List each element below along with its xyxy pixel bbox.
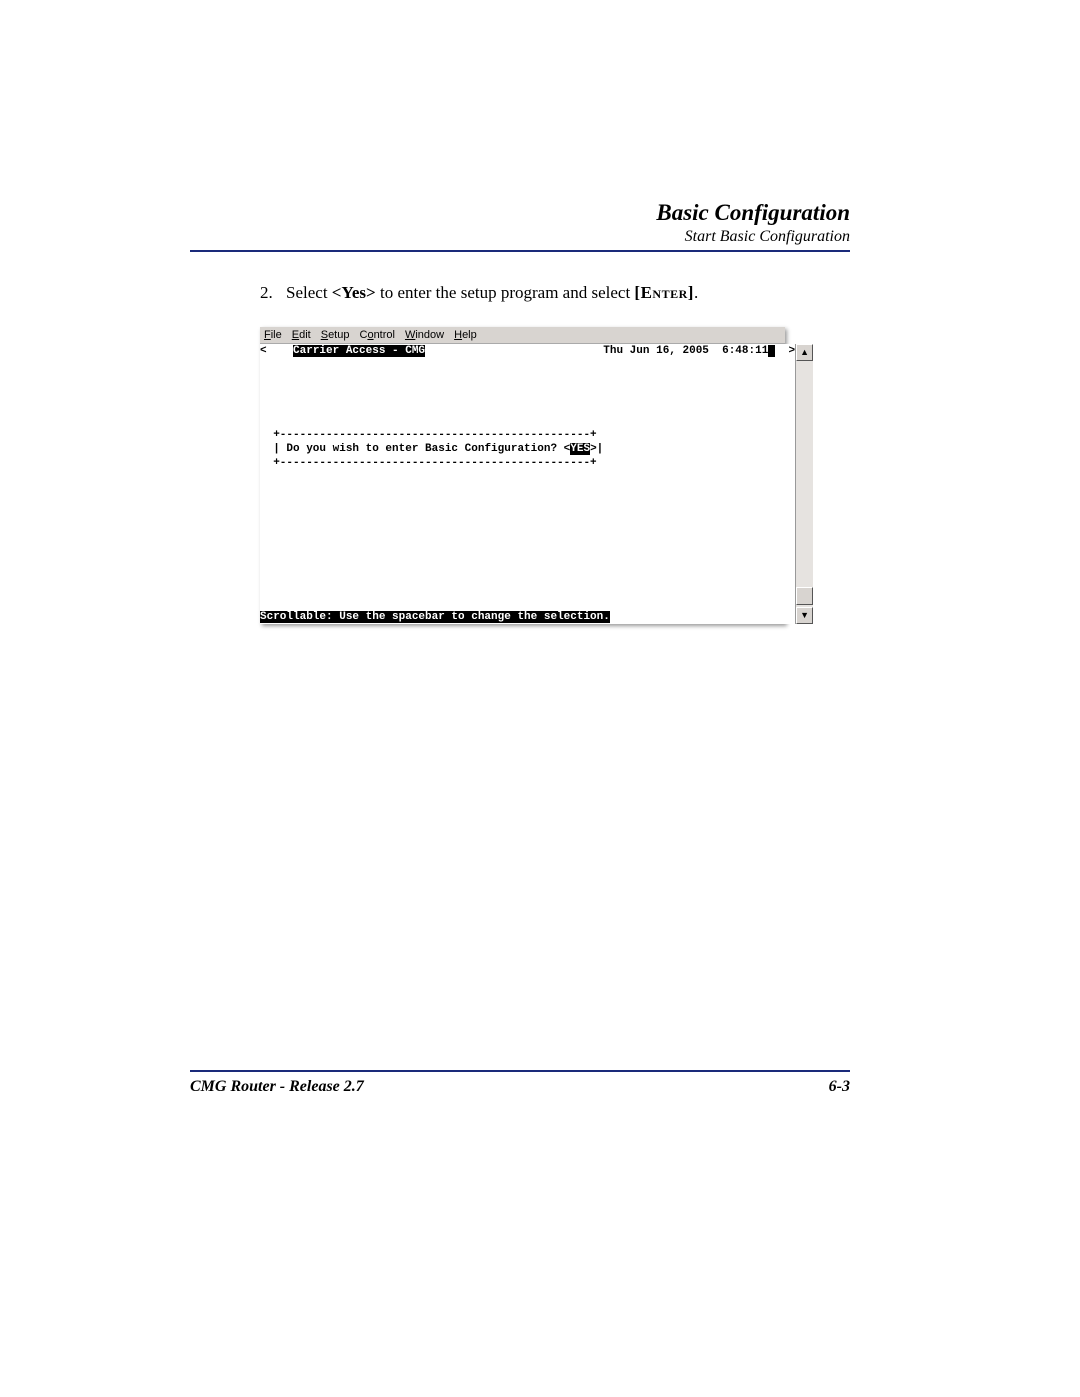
menu-file[interactable]: File <box>264 329 282 341</box>
txt-pre: Select <box>286 283 332 302</box>
scroll-up-button[interactable]: ▲ <box>796 344 813 361</box>
step-number: 2. <box>260 282 286 305</box>
menu-setup[interactable]: Setup <box>321 329 350 341</box>
terminal-screen[interactable]: < Carrier Access - CMG Thu Jun 16, 2005 … <box>260 344 795 624</box>
arrow-up-icon: ▲ <box>800 348 809 357</box>
txt-enter: [Enter] <box>634 283 694 302</box>
term-lt: < <box>260 345 267 357</box>
prompt-text: Do you wish to enter Basic Configuration… <box>286 443 570 455</box>
txt-post: . <box>694 283 698 302</box>
box-bot: +---------------------------------------… <box>260 456 795 470</box>
vertical-scrollbar[interactable]: ▲ ▼ <box>795 344 813 624</box>
menu-window[interactable]: Window <box>405 329 444 341</box>
term-app-title: Carrier Access - CMG <box>293 345 425 357</box>
footer-left: CMG Router - Release 2.7 <box>190 1078 364 1096</box>
page-footer: CMG Router - Release 2.7 6-3 <box>190 1070 850 1096</box>
choice-yes[interactable]: YES <box>570 443 590 455</box>
arrow-down-icon: ▼ <box>800 611 809 620</box>
scroll-thumb[interactable] <box>796 587 813 605</box>
footer-right: 6-3 <box>829 1078 850 1096</box>
box-left: | <box>260 443 286 455</box>
txt-mid: to enter the setup program and select <box>376 283 635 302</box>
menubar[interactable]: File Edit Setup Control Window Help <box>260 327 785 344</box>
txt-yes: <Yes> <box>332 283 376 302</box>
menu-control[interactable]: Control <box>359 329 394 341</box>
scroll-track[interactable] <box>796 361 813 607</box>
terminal-window: File Edit Setup Control Window Help < Ca… <box>260 327 785 624</box>
menu-help[interactable]: Help <box>454 329 477 341</box>
term-gt: > <box>789 345 796 357</box>
scroll-down-button[interactable]: ▼ <box>796 607 813 624</box>
box-top: +---------------------------------------… <box>260 428 795 442</box>
box-right: >| <box>590 443 603 455</box>
page-content: Basic Configuration Start Basic Configur… <box>190 200 850 624</box>
section-title: Basic Configuration <box>190 200 850 226</box>
terminal-body: < Carrier Access - CMG Thu Jun 16, 2005 … <box>260 344 785 624</box>
term-timestamp: Thu Jun 16, 2005 6:48:11 <box>603 345 768 357</box>
step-instruction: 2. Select <Yes> to enter the setup progr… <box>260 282 850 305</box>
footer-rule <box>190 1070 850 1072</box>
section-subtitle: Start Basic Configuration <box>190 228 850 246</box>
step-text: Select <Yes> to enter the setup program … <box>286 282 698 305</box>
header-rule <box>190 250 850 252</box>
cursor-icon <box>768 345 775 357</box>
status-line: Scrollable: Use the spacebar to change t… <box>260 611 610 623</box>
menu-edit[interactable]: Edit <box>292 329 311 341</box>
